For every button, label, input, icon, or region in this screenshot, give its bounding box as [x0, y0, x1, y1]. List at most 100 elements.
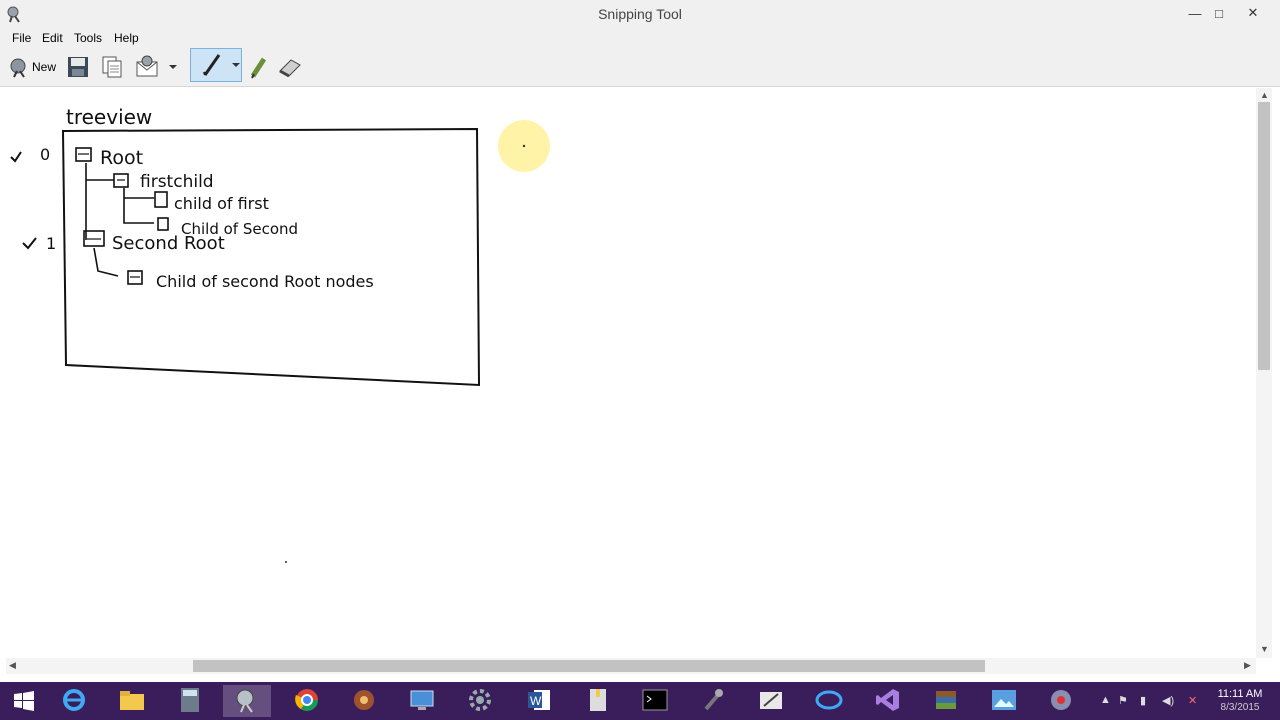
windows-logo-icon	[14, 691, 34, 711]
node-root: Root	[100, 147, 143, 169]
mark-0: 0	[40, 145, 50, 164]
network-icon[interactable]: ▮	[1140, 694, 1146, 707]
network-app-icon	[1048, 687, 1074, 716]
title-bar: Snipping Tool — □ ✕	[0, 0, 1280, 28]
scroll-up-icon[interactable]: ▲	[1260, 90, 1269, 100]
menu-help[interactable]: Help	[114, 31, 139, 45]
taskbar-clock[interactable]: 11:11 AM 8/3/2015	[1208, 688, 1272, 714]
pen-icon	[201, 53, 223, 77]
file-app-icon	[586, 687, 610, 716]
cursor-dot	[522, 144, 526, 148]
microphone-icon	[700, 687, 726, 716]
save-button[interactable]	[66, 53, 90, 81]
eraser-icon	[277, 55, 303, 79]
volume-icon[interactable]: ◀)	[1162, 694, 1174, 707]
mark-1: 1	[46, 234, 56, 253]
maximize-button[interactable]: □	[1204, 2, 1234, 24]
vertical-scrollbar[interactable]: ▲ ▼	[1256, 88, 1272, 658]
horizontal-scroll-thumb[interactable]	[193, 660, 985, 672]
remote-desktop-icon	[409, 688, 435, 715]
taskbar-photos[interactable]	[980, 685, 1028, 717]
taskbar-internet-explorer[interactable]	[50, 685, 98, 717]
new-snip-icon	[8, 56, 30, 78]
start-button[interactable]	[0, 685, 48, 717]
pen-button[interactable]	[190, 48, 242, 82]
child-second-node-icon	[157, 217, 169, 231]
scroll-right-icon[interactable]: ▶	[1244, 660, 1251, 671]
chrome-icon	[294, 687, 320, 716]
calculator-icon	[180, 687, 200, 716]
taskbar-calculator[interactable]	[166, 685, 214, 717]
child-first-node-icon	[154, 191, 168, 208]
menu-file[interactable]: File	[12, 31, 31, 45]
chevron-down-icon	[168, 62, 178, 72]
taskbar-media-app[interactable]	[340, 685, 388, 717]
copy-button[interactable]	[100, 53, 124, 81]
media-app-icon	[351, 687, 377, 716]
taskbar-file-explorer[interactable]	[108, 685, 156, 717]
menu-edit[interactable]: Edit	[42, 31, 63, 45]
horizontal-scrollbar[interactable]: ◀ ▶	[6, 658, 1256, 674]
ink-dot	[285, 561, 287, 563]
swirl-icon	[815, 689, 843, 714]
visual-studio-icon	[875, 687, 901, 716]
clock-time: 11:11 AM	[1217, 688, 1263, 700]
gear-icon	[467, 687, 493, 716]
taskbar-visual-studio[interactable]	[864, 685, 912, 717]
snipping-tool-taskbar-icon	[234, 687, 260, 716]
new-button-label: New	[32, 60, 57, 74]
close-button[interactable]: ✕	[1238, 2, 1268, 24]
new-button[interactable]: New	[8, 53, 56, 81]
taskbar-swirl-app[interactable]	[805, 685, 853, 717]
taskbar-archive-app[interactable]	[922, 685, 970, 717]
pen-dropdown-icon[interactable]	[231, 60, 241, 70]
taskbar-file-app[interactable]	[574, 685, 622, 717]
eraser-button[interactable]	[277, 53, 303, 81]
svg-text:W: W	[530, 694, 542, 708]
check-mark-1	[22, 237, 37, 250]
node-second-root: Second Root	[112, 233, 225, 254]
scroll-down-icon[interactable]: ▼	[1260, 644, 1269, 654]
archive-icon	[933, 688, 959, 715]
taskbar-chrome[interactable]	[283, 685, 331, 717]
snip-canvas[interactable]: treeview 0 1 Root firstchild child of fi…	[6, 88, 1256, 658]
photos-icon	[991, 689, 1017, 714]
taskbar: W ▲ ⚑ ▮ ◀) ✕	[0, 682, 1280, 720]
word-icon: W	[526, 687, 552, 716]
toolbar: New	[0, 48, 1280, 87]
check-mark-0	[10, 151, 22, 163]
vertical-scroll-thumb[interactable]	[1258, 102, 1270, 370]
taskbar-settings-app[interactable]	[456, 685, 504, 717]
highlighter-button[interactable]	[248, 53, 270, 81]
node-child-of-first: child of first	[174, 194, 269, 213]
drawing-heading: treeview	[66, 105, 152, 129]
clock-date: 8/3/2015	[1220, 702, 1260, 713]
internet-explorer-icon	[61, 687, 87, 716]
taskbar-network-app[interactable]	[1037, 685, 1085, 717]
taskbar-microphone[interactable]	[689, 685, 737, 717]
scroll-left-icon[interactable]: ◀	[9, 660, 16, 671]
menu-bar: File Edit Tools Help	[0, 28, 1280, 48]
action-center-icon[interactable]: ⚑	[1118, 694, 1128, 707]
send-dropdown-button[interactable]	[168, 53, 178, 81]
taskbar-snipping-tool[interactable]	[223, 685, 271, 717]
envelope-icon	[135, 55, 161, 79]
send-snip-button[interactable]	[135, 53, 161, 81]
highlighter-icon	[248, 55, 270, 79]
folder-icon	[118, 688, 146, 715]
drawing-layer: treeview 0 1 Root firstchild child of fi…	[10, 105, 550, 563]
taskbar-command-prompt[interactable]	[631, 685, 679, 717]
command-prompt-icon	[642, 689, 668, 714]
copy-icon	[100, 55, 124, 79]
taskbar-paint[interactable]	[747, 685, 795, 717]
window-title: Snipping Tool	[598, 6, 682, 22]
tray-close-icon[interactable]: ✕	[1188, 694, 1197, 707]
node-firstchild: firstchild	[140, 172, 214, 192]
taskbar-remote-desktop[interactable]	[398, 685, 446, 717]
node-child-of-second-root: Child of second Root nodes	[156, 272, 374, 291]
show-hidden-icons-icon[interactable]: ▲	[1100, 694, 1111, 706]
taskbar-word[interactable]: W	[515, 685, 563, 717]
menu-tools[interactable]: Tools	[74, 31, 102, 45]
save-icon	[66, 55, 90, 79]
paint-icon	[758, 688, 784, 715]
